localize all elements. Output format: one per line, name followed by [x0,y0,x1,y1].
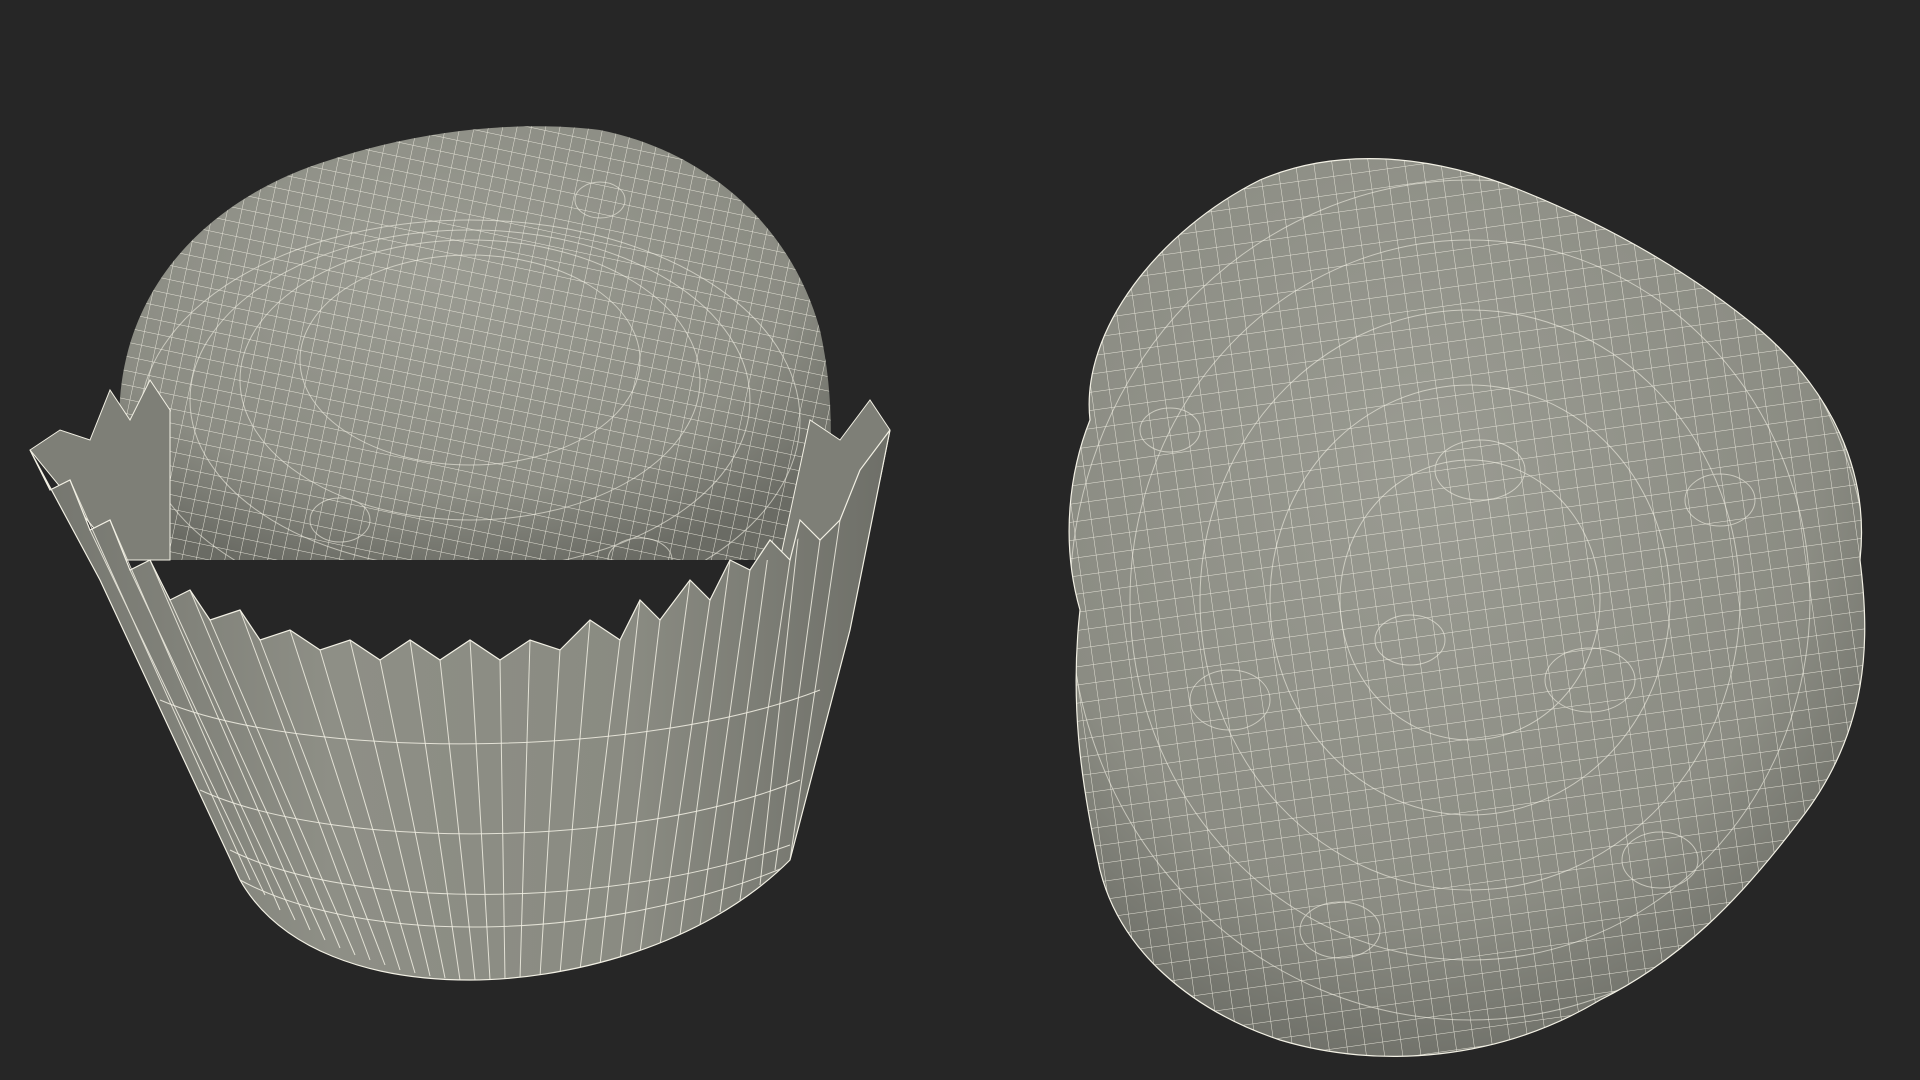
truffle-ball-object [1068,158,1866,1057]
wireframe-render [29,126,1866,1057]
render-viewport [0,0,1920,1080]
truffle-cup-object [29,126,891,981]
truffle-top-mesh [119,126,831,560]
